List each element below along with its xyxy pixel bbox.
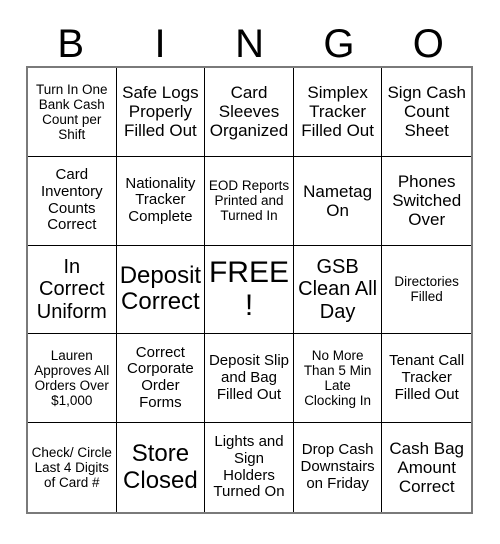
bingo-cell-label: FREE! — [208, 255, 289, 323]
bingo-cell-label: Phones Switched Over — [392, 172, 462, 230]
bingo-cell-label: Drop Cash Downstairs on Friday — [300, 441, 375, 492]
bingo-cell-label: Card Inventory Counts Correct — [40, 166, 103, 234]
bingo-cell-label: GSB Clean All Day — [298, 255, 378, 323]
bingo-cell-label: Check/ Circle Last 4 Digits of Card # — [31, 444, 112, 491]
bingo-cell-r2-c2[interactable]: Nationality Tracker Complete — [116, 156, 206, 246]
bingo-cell-r2-c1[interactable]: Card Inventory Counts Correct — [28, 156, 117, 246]
bingo-cell-label: Card Sleeves Organized — [209, 83, 289, 141]
bingo-cell-r4-c3[interactable]: Deposit Slip and Bag Filled Out — [205, 334, 294, 424]
bingo-cell-label: Nametag On — [303, 181, 373, 220]
bingo-header: B I N G O — [26, 14, 473, 66]
bingo-cell-r3-c3[interactable]: FREE! — [205, 245, 294, 335]
bingo-cell-r3-c2[interactable]: Deposit Correct — [116, 245, 206, 335]
bingo-cell-r2-c3[interactable]: EOD Reports Printed and Turned In — [205, 156, 294, 246]
bingo-cell-label: EOD Reports Printed and Turned In — [208, 178, 290, 224]
bingo-cell-label: In Correct Uniform — [36, 255, 107, 323]
bingo-cell-r5-c2[interactable]: Store Closed — [116, 423, 206, 512]
bingo-cell-r2-c5[interactable]: Phones Switched Over — [382, 156, 471, 246]
bingo-cell-label: Deposit Slip and Bag Filled Out — [208, 352, 290, 403]
bingo-cell-r3-c4[interactable]: GSB Clean All Day — [293, 245, 383, 335]
bingo-cell-label: Nationality Tracker Complete — [125, 174, 196, 226]
header-letter-b: B — [57, 22, 85, 66]
bingo-cell-label: Store Closed — [123, 439, 198, 494]
bingo-cell-label: Cash Bag Amount Correct — [389, 439, 465, 497]
bingo-cell-label: Lights and Sign Holders Turned On — [213, 433, 285, 501]
bingo-cell-label: Correct Corporate Order Forms — [127, 343, 194, 412]
bingo-cell-label: Lauren Approves All Orders Over $1,000 — [34, 348, 110, 409]
bingo-cell-r4-c2[interactable]: Correct Corporate Order Forms — [116, 334, 206, 424]
header-letter-n: N — [235, 22, 264, 66]
bingo-cell-r4-c1[interactable]: Lauren Approves All Orders Over $1,000 — [28, 334, 117, 424]
bingo-cell-r5-c1[interactable]: Check/ Circle Last 4 Digits of Card # — [28, 423, 117, 512]
bingo-cell-r5-c3[interactable]: Lights and Sign Holders Turned On — [205, 423, 294, 512]
bingo-cell-label: Sign Cash Count Sheet — [387, 83, 466, 141]
bingo-cell-r1-c1[interactable]: Turn In One Bank Cash Count per Shift — [28, 68, 117, 157]
bingo-cell-label: Turn In One Bank Cash Count per Shift — [36, 81, 108, 142]
bingo-cell-label: Safe Logs Properly Filled Out — [122, 83, 199, 141]
bingo-cell-r4-c4[interactable]: No More Than 5 Min Late Clocking In — [293, 334, 383, 424]
bingo-card: B I N G O Turn In One Bank Cash Count pe… — [0, 0, 500, 544]
bingo-cell-r2-c4[interactable]: Nametag On — [293, 156, 383, 246]
header-letter-o: O — [412, 22, 444, 66]
bingo-grid: Turn In One Bank Cash Count per Shift Saf… — [26, 66, 473, 514]
bingo-cell-r1-c4[interactable]: Simplex Tracker Filled Out — [293, 68, 383, 157]
bingo-cell-r3-c1[interactable]: In Correct Uniform — [28, 245, 117, 335]
bingo-cell-r4-c5[interactable]: Tenant Call Tracker Filled Out — [382, 334, 471, 424]
bingo-cell-r5-c4[interactable]: Drop Cash Downstairs on Friday — [293, 423, 383, 512]
bingo-cell-r1-c5[interactable]: Sign Cash Count Sheet — [382, 68, 471, 157]
bingo-cell-label: Tenant Call Tracker Filled Out — [389, 352, 465, 403]
header-letter-g: G — [323, 22, 355, 66]
bingo-cell-label: Directories Filled — [394, 274, 459, 305]
bingo-cell-r1-c3[interactable]: Card Sleeves Organized — [205, 68, 294, 157]
bingo-cell-label: Deposit Correct — [119, 261, 202, 316]
header-letter-i: I — [154, 22, 166, 66]
bingo-cell-r3-c5[interactable]: Directories Filled — [382, 245, 471, 335]
bingo-cell-label: Simplex Tracker Filled Out — [301, 83, 374, 141]
bingo-cell-r1-c2[interactable]: Safe Logs Properly Filled Out — [116, 68, 206, 157]
bingo-cell-r5-c5[interactable]: Cash Bag Amount Correct — [382, 423, 471, 512]
bingo-cell-label: No More Than 5 Min Late Clocking In — [303, 348, 372, 409]
